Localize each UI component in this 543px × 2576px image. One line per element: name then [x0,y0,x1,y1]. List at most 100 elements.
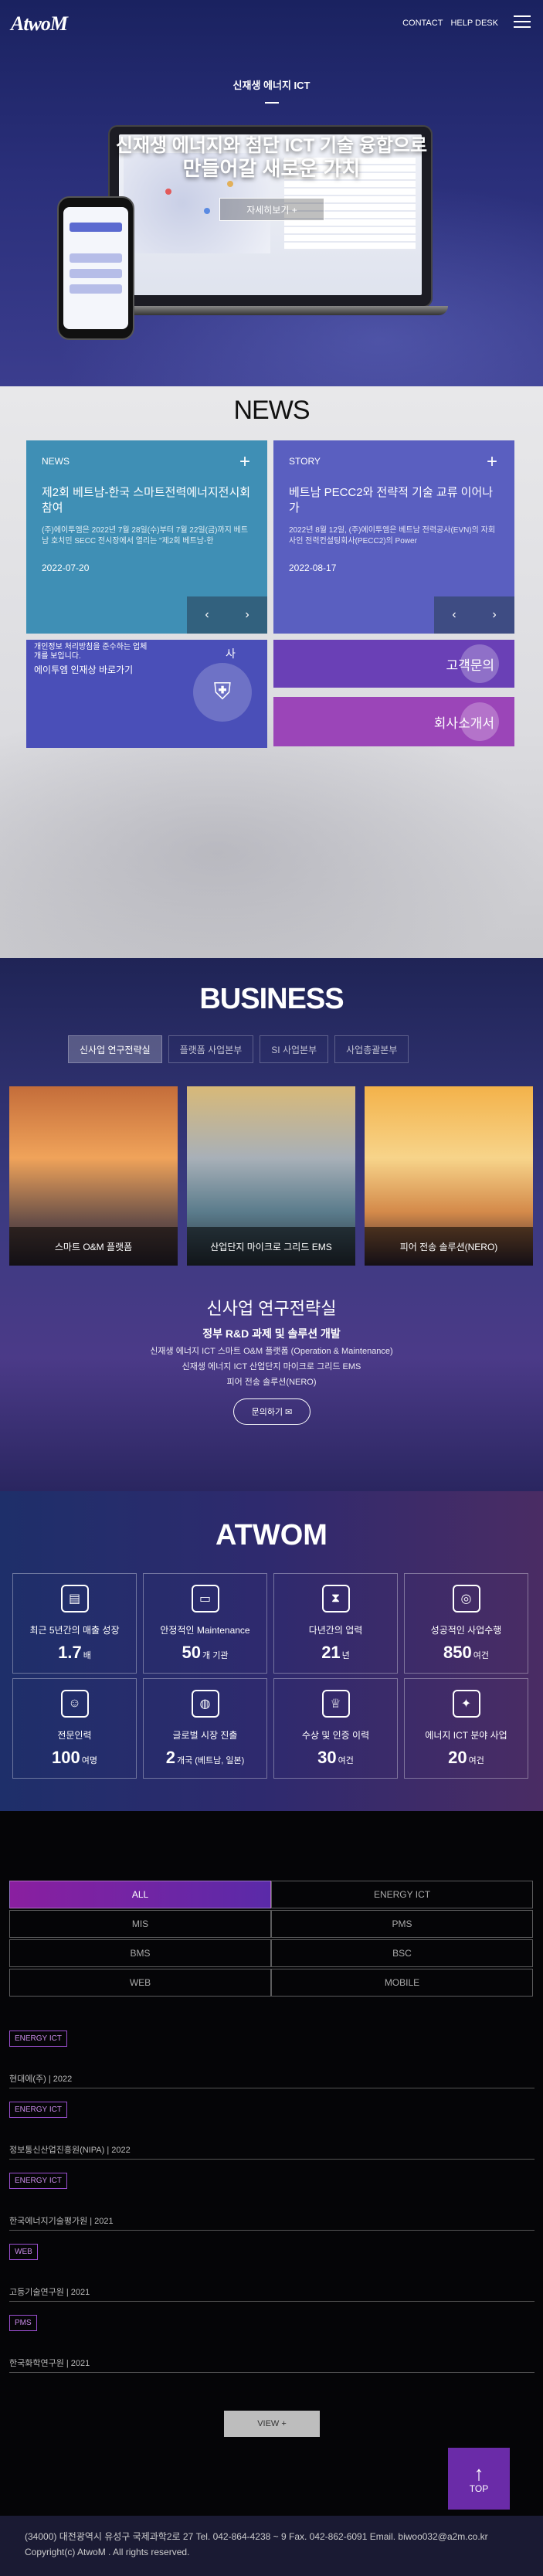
item-divider [9,2372,535,2373]
inquiry-button[interactable]: 문의하기 ✉ [233,1398,311,1425]
stat-unit: 여건 [473,1651,489,1660]
item-tag: PMS [9,2315,37,2331]
logo[interactable]: AtwoM [11,12,68,36]
tab-general[interactable]: 사업총괄본부 [334,1035,409,1063]
next-arrow-icon[interactable]: › [474,596,514,634]
top-label: TOP [469,2483,489,2494]
card-caption: 스마트 O&M 플랫폼 [9,1227,178,1266]
item-meta: 고등기술연구원 | 2021 [9,2288,90,2297]
chart-icon: ▤ [60,1585,89,1613]
stat-card: ✦ 에너지 ICT 분야 사업 20 여건 [404,1678,528,1779]
filter-tab[interactable]: BSC [271,1939,533,1967]
filter-tab[interactable]: PMS [271,1910,533,1938]
stat-number: 50 [182,1643,202,1662]
business-line: 신재생 에너지 ICT 스마트 O&M 플랫폼 (Operation & Mai… [150,1347,393,1356]
prev-arrow-icon[interactable]: ‹ [187,596,227,634]
story-card[interactable]: STORY + 베트남 PECC2와 전략적 기술 교류 이어나가 2022년 … [273,440,514,634]
top-nav: CONTACT HELP DESK [402,19,498,28]
card-tag: STORY [289,456,321,467]
stat-card: ▭ 안정적인 Maintenance 50 개 기관 [143,1573,267,1674]
item-tag: WEB [9,2244,38,2260]
card-tag: NEWS [42,456,70,467]
nav-contact[interactable]: CONTACT [402,19,443,28]
hero-more-button[interactable]: 자세히보기 + [219,198,324,221]
globe-icon: ◍ [191,1690,219,1718]
hourglass-icon: ⧗ [321,1585,350,1613]
tab-si[interactable]: SI 사업본부 [260,1035,329,1063]
tab-research[interactable]: 신사업 연구전략실 [68,1035,162,1063]
stat-unit: 개국 (베트남, 일본) [176,1756,245,1765]
target-icon: ◎ [452,1585,480,1613]
recruit-banner[interactable]: 개인정보 처리방침을 준수하는 업체 개를 보입니다. 에이투엠 인재상 바로가… [26,640,267,748]
stat-card: ☺ 전문인력 100 여명 [12,1678,137,1779]
filter-tab[interactable]: MOBILE [271,1969,533,1997]
card-title[interactable]: 제2회 베트남-한국 스마트전력에너지전시회 참여 [42,485,252,516]
menu-icon[interactable] [514,15,531,28]
item-tag: ENERGY ICT [9,2031,67,2047]
business-card-nero[interactable]: 피어 전송 솔루션(NERO) [365,1086,533,1266]
stat-number: 1.7 [58,1643,82,1662]
hero-title-line2: 만들어갈 새로운 가치 [182,157,361,180]
item-divider [9,2159,535,2160]
next-arrow-icon[interactable]: › [227,596,267,634]
prev-arrow-icon[interactable]: ‹ [434,596,474,634]
stat-value: 30 여건 [274,1748,397,1768]
footer-copyright: Copyright(c) AtwoM . All rights reserved… [25,2547,190,2557]
item-meta: 현대에(주) | 2022 [9,2075,73,2084]
stat-value: 1.7 배 [13,1643,136,1663]
atwom-title: ATWOM [216,1519,327,1551]
card-desc: 2022년 8월 12일, (주)에이투엠은 베트남 전력공사(EVN)의 자회… [289,526,496,545]
stat-label: 전문인력 [57,1730,92,1741]
filter-tab[interactable]: BMS [9,1939,271,1967]
tab-platform[interactable]: 플랫폼 사업본부 [168,1035,254,1063]
nav-help-desk[interactable]: HELP DESK [450,19,498,28]
card-caption: 피어 전송 솔루션(NERO) [365,1227,533,1266]
view-more-button[interactable]: VIEW + [224,2411,320,2437]
laptop-base [93,306,448,315]
business-card-ems[interactable]: 산업단지 마이크로 그리드 EMS [187,1086,355,1266]
news-card[interactable]: NEWS + 제2회 베트남-한국 스마트전력에너지전시회 참여 (주)에이투엠… [26,440,267,634]
stat-label: 안정적인 Maintenance [160,1625,250,1636]
plus-icon[interactable]: + [239,451,250,473]
item-meta: 정보통신산업진흥원(NIPA) | 2022 [9,2146,131,2155]
item-tag: ENERGY ICT [9,2102,67,2118]
contact-label: 고객문의 [446,658,494,673]
business-title: BUSINESS [199,983,344,1015]
hero-subtitle: 신재생 에너지 ICT [232,80,311,91]
monitor-icon: ▭ [191,1585,219,1613]
stat-card: ▤ 최근 5년간의 매출 성장 1.7 배 [12,1573,137,1674]
item-tag: ENERGY ICT [9,2173,67,2189]
footer-address: (34000) 대전광역시 유성구 국제과학2로 27 Tel. 042-864… [25,2531,488,2542]
plus-icon[interactable]: + [487,451,497,473]
card-title[interactable]: 베트남 PECC2와 전략적 기술 교류 이어나가 [289,485,499,516]
recruit-tail: 사 [226,647,236,660]
stat-value: 850 여건 [405,1643,528,1663]
item-meta: 한국에너지기술평가원 | 2021 [9,2217,114,2226]
hero-divider [265,102,279,104]
top-button[interactable]: ↑ TOP [448,2448,510,2510]
badge-icon: ⛨ [193,663,252,722]
stat-value: 100 여명 [13,1748,136,1768]
lightbulb-icon: ✦ [452,1690,480,1718]
stat-unit: 년 [341,1651,350,1660]
filter-tab[interactable]: MIS [9,1910,271,1938]
stat-card: ◎ 성공적인 사업수행 850 여건 [404,1573,528,1674]
stat-number: 850 [443,1643,472,1662]
business-line: 신재생 에너지 ICT 산업단지 마이크로 그리드 EMS [182,1362,361,1371]
filter-tab[interactable]: WEB [9,1969,271,1997]
stat-card: ⧗ 다년간의 업력 21 년 [273,1573,398,1674]
business-heading: 신사업 연구전략실 [206,1299,337,1318]
stat-unit: 여명 [81,1756,97,1765]
stat-number: 20 [448,1748,467,1767]
stat-number: 2 [165,1748,175,1767]
contact-button[interactable]: 고객문의 [273,640,514,688]
brochure-label: 회사소개서 [433,715,494,731]
stat-value: 2 개국 (베트남, 일본) [144,1748,266,1768]
phone-illustration [57,196,134,340]
filter-tab[interactable]: ENERGY ICT [271,1881,533,1908]
filter-tab[interactable]: ALL [9,1881,271,1908]
business-card-om[interactable]: 스마트 O&M 플랫폼 [9,1086,178,1266]
brochure-button[interactable]: 회사소개서 [273,697,514,746]
stat-number: 100 [52,1748,80,1767]
card-date: 2022-07-20 [42,562,90,573]
